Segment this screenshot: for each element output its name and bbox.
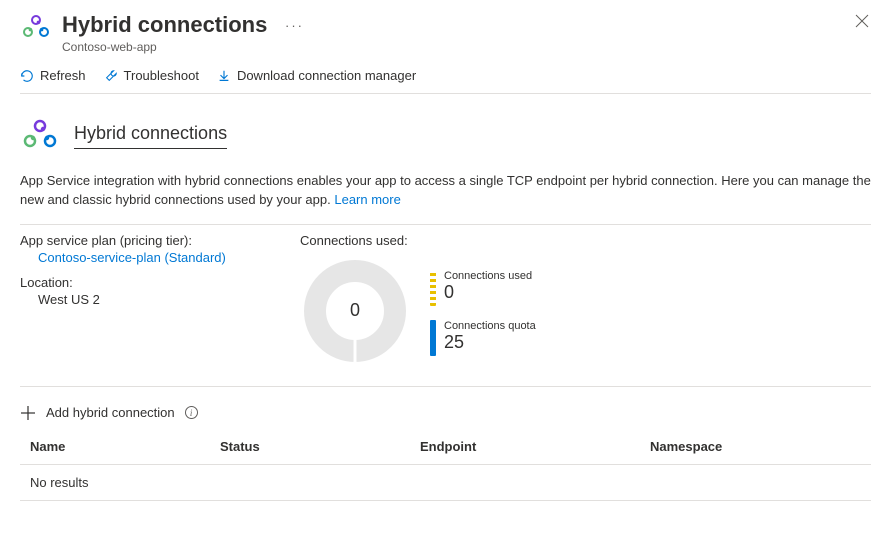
connections-donut-chart: 0 — [300, 256, 410, 366]
download-icon — [217, 69, 231, 83]
plan-link[interactable]: Contoso-service-plan (Standard) — [38, 250, 260, 265]
learn-more-link[interactable]: Learn more — [334, 192, 400, 207]
add-hybrid-connection-button[interactable]: Add hybrid connection i — [20, 386, 871, 433]
info-icon[interactable]: i — [185, 406, 198, 419]
troubleshoot-button[interactable]: Troubleshoot — [104, 68, 199, 83]
download-button[interactable]: Download connection manager — [217, 68, 416, 83]
refresh-icon — [20, 69, 34, 83]
section-description: App Service integration with hybrid conn… — [0, 172, 891, 224]
section-title: Hybrid connections — [74, 123, 227, 149]
connections-quota-stat: Connections quota 25 — [430, 320, 536, 356]
refresh-button[interactable]: Refresh — [20, 68, 86, 83]
used-value: 0 — [444, 282, 532, 303]
location-label: Location: — [20, 275, 260, 290]
col-namespace[interactable]: Namespace — [650, 439, 871, 454]
connections-table-body: No results — [20, 465, 871, 501]
location-value: West US 2 — [38, 292, 260, 307]
quota-label: Connections quota — [444, 320, 536, 332]
add-label: Add hybrid connection — [46, 405, 175, 420]
quota-value: 25 — [444, 332, 536, 353]
download-label: Download connection manager — [237, 68, 416, 83]
blade-header: Hybrid connections ··· Contoso-web-app — [0, 0, 891, 54]
col-endpoint[interactable]: Endpoint — [420, 439, 650, 454]
col-name[interactable]: Name — [20, 439, 220, 454]
plus-icon — [20, 405, 36, 421]
close-button[interactable] — [855, 14, 869, 31]
resource-subtitle: Contoso-web-app — [62, 40, 871, 54]
table-empty-message: No results — [20, 465, 871, 500]
used-legend-bar — [430, 270, 436, 306]
refresh-label: Refresh — [40, 68, 86, 83]
more-actions-button[interactable]: ··· — [285, 18, 304, 33]
hybrid-connections-icon — [20, 12, 52, 44]
connections-used-stat: Connections used 0 — [430, 270, 536, 306]
page-title: Hybrid connections — [62, 12, 267, 38]
description-text: App Service integration with hybrid conn… — [20, 173, 871, 207]
section-header: Hybrid connections — [0, 94, 891, 172]
troubleshoot-label: Troubleshoot — [124, 68, 199, 83]
used-label: Connections used — [444, 270, 532, 282]
info-panel: App service plan (pricing tier): Contoso… — [20, 224, 871, 370]
plan-label: App service plan (pricing tier): — [20, 233, 260, 248]
wrench-icon — [104, 69, 118, 83]
close-icon — [855, 14, 869, 28]
connections-table-header: Name Status Endpoint Namespace — [20, 433, 871, 465]
hybrid-connections-icon — [20, 116, 60, 156]
connections-label: Connections used: — [300, 233, 536, 248]
donut-center-value: 0 — [300, 256, 410, 366]
quota-legend-bar — [430, 320, 436, 356]
col-status[interactable]: Status — [220, 439, 420, 454]
command-bar: Refresh Troubleshoot Download connection… — [0, 54, 891, 93]
